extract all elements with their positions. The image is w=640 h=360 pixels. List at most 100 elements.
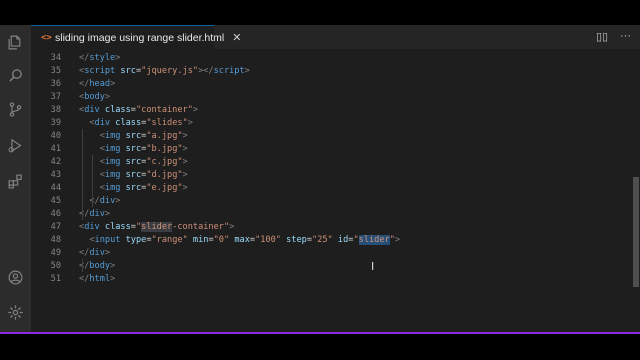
code-token: input	[94, 235, 121, 245]
code-token: min	[192, 235, 209, 245]
code-token: "e.jpg"	[146, 183, 183, 193]
code-token: src	[125, 157, 142, 167]
line-number: 43	[50, 170, 61, 180]
code-token: "100"	[255, 235, 281, 245]
code-token: src	[125, 144, 142, 154]
code-token: >	[182, 131, 188, 141]
code-text: </body>	[79, 260, 115, 273]
code-token: slider	[141, 222, 173, 232]
code-text: </div>	[79, 208, 110, 221]
code-token: >	[110, 274, 116, 284]
code-token: >	[182, 144, 188, 154]
code-token: div	[89, 209, 105, 219]
extensions-icon[interactable]	[7, 173, 24, 190]
code-text: <div class="slider-container">	[79, 221, 234, 234]
code-token: src	[125, 170, 142, 180]
tab-active-file[interactable]: <> sliding image using range slider.html…	[31, 25, 241, 49]
line-number: 42	[50, 157, 61, 167]
search-icon[interactable]	[7, 67, 24, 84]
code-token: "range"	[151, 235, 188, 245]
code-token: slider	[358, 235, 390, 245]
code-token: type	[125, 235, 147, 245]
code-text: <div class="container">	[79, 104, 198, 117]
code-token: >	[104, 209, 111, 219]
code-text: </div>	[79, 195, 120, 208]
code-token: >	[187, 118, 193, 128]
code-token: src	[120, 66, 136, 76]
scrollbar-thumb[interactable]	[633, 177, 639, 287]
code-token: "container"	[135, 105, 193, 115]
tab-bar: <> sliding image using range slider.html…	[31, 25, 640, 49]
code-token: "jquery.js"	[141, 66, 199, 76]
code-token: body	[89, 261, 111, 271]
code-token: step	[286, 235, 307, 245]
code-token: div	[84, 222, 100, 232]
more-actions-icon[interactable]: ···	[620, 30, 631, 42]
code-token: img	[104, 157, 121, 167]
code-token: >	[394, 235, 401, 245]
code-text: <script src="jquery.js"></script>	[79, 65, 250, 78]
code-token: </	[79, 209, 90, 219]
code-token: div	[89, 248, 105, 258]
line-number: 40	[50, 131, 61, 141]
code-text: <img src="b.jpg">	[79, 143, 188, 156]
code-text: </html>	[79, 273, 115, 286]
code-token: script	[84, 66, 116, 76]
split-editor-icon[interactable]: ▯▯	[596, 30, 608, 43]
source-control-icon[interactable]	[7, 101, 24, 118]
indent-guide	[92, 155, 93, 207]
line-number: 48	[50, 235, 61, 245]
close-icon[interactable]: ✕	[232, 31, 241, 44]
code-token: </	[79, 274, 90, 284]
line-number: 35	[50, 66, 61, 76]
line-number: 45	[50, 196, 61, 206]
code-token: </	[79, 53, 90, 63]
code-text: <input type="range" min="0" max="100" st…	[79, 234, 400, 247]
code-text: <img src="d.jpg">	[79, 169, 188, 182]
code-token: class	[104, 222, 131, 232]
settings-gear-icon[interactable]	[7, 304, 24, 321]
code-token: src	[125, 131, 142, 141]
line-number: 39	[50, 118, 61, 128]
indent-guide	[82, 259, 83, 272]
code-token: </	[89, 196, 100, 206]
code-token: img	[104, 131, 121, 141]
code-token: script	[213, 66, 245, 76]
tab-label: sliding image using range slider.html	[55, 31, 225, 44]
code-token: </	[79, 79, 90, 89]
code-token: >	[115, 196, 121, 206]
line-number: 50	[50, 261, 61, 271]
line-number: 38	[50, 105, 61, 115]
code-token: "c.jpg"	[146, 157, 183, 167]
status-accent-bar	[0, 332, 640, 334]
line-number: 47	[50, 222, 61, 232]
code-token: >	[104, 92, 111, 102]
code-token: >	[229, 222, 235, 232]
code-editor[interactable]: 34 </style> 35 <script src="jquery.js"></sc…	[31, 49, 640, 332]
code-token: div	[94, 118, 111, 128]
account-icon[interactable]	[7, 269, 24, 286]
code-token: body	[84, 92, 105, 102]
code-token: >	[182, 157, 188, 167]
code-token: head	[89, 79, 111, 89]
activity-bar	[0, 25, 31, 332]
code-text: <body>	[79, 91, 110, 104]
code-token: html	[89, 274, 111, 284]
code-token: img	[104, 183, 121, 193]
code-text: <div class="slides">	[79, 117, 193, 130]
code-token: max	[234, 235, 250, 245]
code-token: class	[115, 118, 142, 128]
vertical-scrollbar[interactable]	[632, 49, 640, 332]
explorer-icon[interactable]	[7, 34, 24, 51]
code-text: </div>	[79, 247, 110, 260]
line-number: 49	[50, 248, 61, 258]
code-token: >	[182, 183, 188, 193]
code-text: </style>	[79, 52, 120, 65]
line-number: 41	[50, 144, 61, 154]
code-token: "slides"	[146, 118, 188, 128]
run-debug-icon[interactable]	[7, 137, 24, 154]
code-token: >	[192, 105, 199, 115]
code-token: "25"	[312, 235, 333, 245]
line-number: 34	[50, 53, 61, 63]
